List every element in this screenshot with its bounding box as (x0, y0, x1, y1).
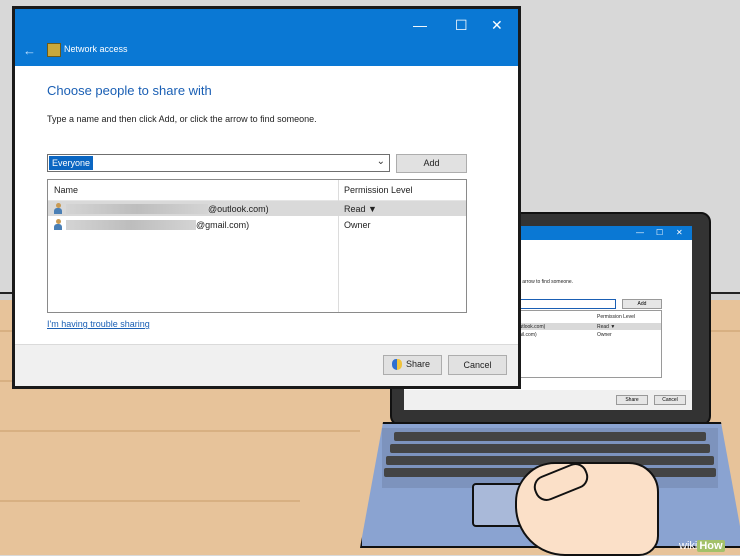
dialog-instruction: Type a name and then click Add, or click… (47, 114, 317, 124)
mini-footer: Share Cancel (404, 390, 692, 410)
dialog-heading: Choose people to share with (47, 83, 212, 98)
watermark-wiki: wiki (679, 540, 698, 552)
column-separator (338, 180, 339, 312)
column-header-permission[interactable]: Permission Level (344, 185, 413, 195)
list-header: Name Permission Level (48, 180, 466, 201)
mini-list: Permission Level (outlook.com) Read ▼ ma… (514, 310, 662, 378)
chevron-down-icon[interactable]: ⌄ (377, 156, 385, 167)
people-list: Name Permission Level @outlook.com) Read… (47, 179, 467, 313)
permission-dropdown[interactable]: Read ▼ (344, 204, 377, 214)
maximize-icon[interactable]: ☐ (455, 17, 468, 34)
window-title: Network access (64, 44, 128, 54)
mini-row1-perm: Read ▼ (597, 324, 616, 330)
shield-icon (392, 359, 402, 370)
watermark-how: How (697, 540, 725, 552)
mini-permission-header: Permission Level (597, 314, 636, 320)
minimize-icon[interactable]: — (413, 17, 427, 33)
network-access-window: — ☐ ✕ ← Network access Choose people to … (12, 6, 521, 389)
row-email: @outlook.com) (208, 204, 269, 214)
close-icon[interactable]: ✕ (491, 17, 503, 34)
mini-add-button: Add (622, 299, 662, 309)
redacted-email (66, 204, 208, 214)
back-arrow-icon[interactable]: ← (23, 43, 36, 58)
share-button[interactable]: Share (383, 355, 442, 375)
mini-share-button: Share (616, 395, 648, 405)
table-row[interactable]: @gmail.com) Owner (48, 217, 466, 232)
add-button[interactable]: Add (396, 154, 467, 173)
user-icon (54, 203, 62, 214)
redacted-email (66, 220, 196, 230)
user-icon (54, 219, 62, 230)
table-row[interactable]: @outlook.com) Read ▼ (48, 201, 466, 216)
row-email: @gmail.com) (196, 220, 250, 230)
permission-level: Owner (344, 220, 371, 230)
trouble-sharing-link[interactable]: I'm having trouble sharing (47, 319, 150, 329)
desk-grain (0, 500, 300, 502)
mini-minimize-icon: — (636, 228, 644, 237)
mini-close-icon: ✕ (676, 228, 683, 237)
cancel-button[interactable]: Cancel (448, 355, 507, 375)
name-combobox[interactable]: Everyone ⌄ (47, 154, 390, 172)
desk-grain (0, 430, 360, 432)
mini-cancel-button: Cancel (654, 395, 686, 405)
mini-row2-perm: Owner (597, 332, 612, 338)
key-row (394, 432, 706, 441)
mini-combo (514, 299, 616, 309)
mini-maximize-icon: ☐ (656, 228, 664, 237)
dialog-footer: Share Cancel (15, 344, 518, 386)
titlebar: — ☐ ✕ ← Network access (15, 9, 518, 66)
share-label: Share (406, 359, 431, 369)
column-header-name[interactable]: Name (54, 185, 78, 195)
wikihow-watermark: wiki How (679, 540, 725, 552)
key-row (390, 444, 710, 453)
combo-value[interactable]: Everyone (49, 156, 94, 170)
network-folder-icon (47, 43, 61, 57)
